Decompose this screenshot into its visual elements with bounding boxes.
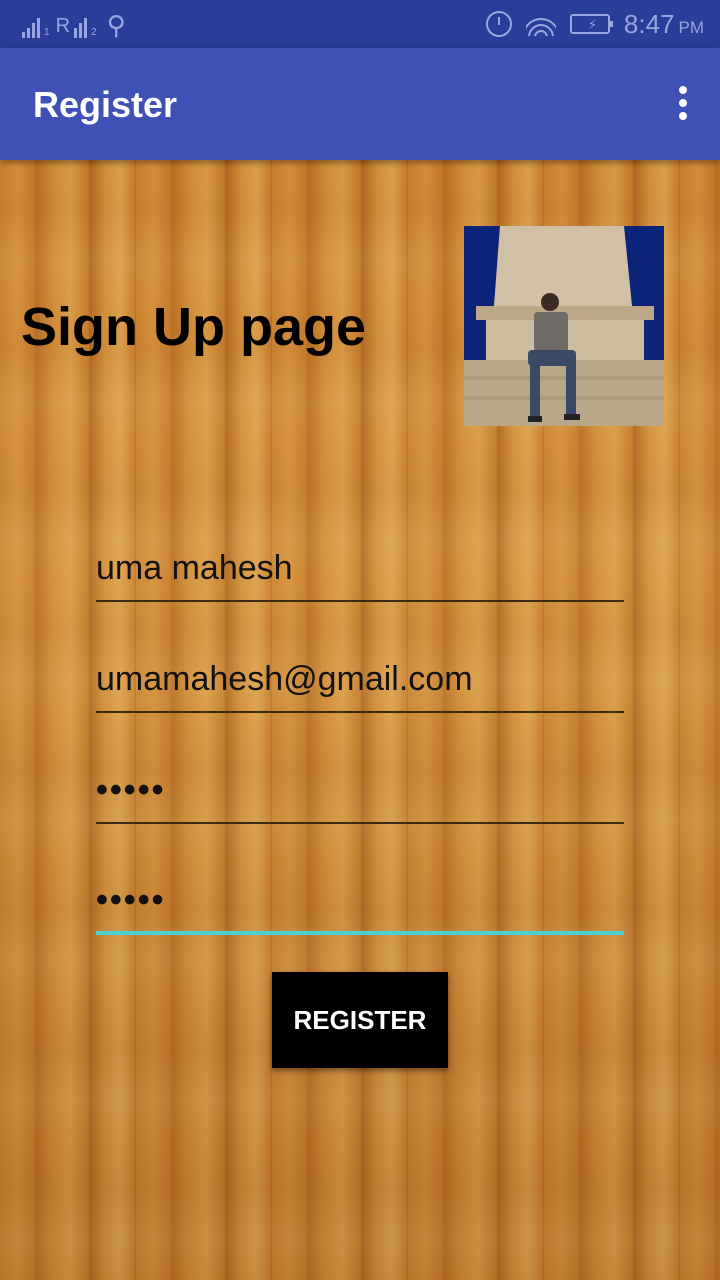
usb-icon: ⚲	[106, 10, 126, 40]
page-title: Sign Up page	[21, 297, 367, 357]
status-right-icons: ⚡ 8:47 PM	[485, 6, 704, 42]
signal-roaming-icon: R 2	[56, 14, 97, 38]
register-button[interactable]: REGISTER	[272, 972, 448, 1068]
password-input[interactable]	[96, 768, 624, 824]
name-input[interactable]	[96, 546, 624, 602]
sim2-label: 2	[91, 27, 97, 38]
status-left-icons: 1 R 2 ⚲	[22, 10, 126, 38]
confirm-password-input[interactable]	[96, 879, 624, 935]
profile-photo[interactable]	[464, 226, 664, 426]
battery-charging-icon: ⚡	[569, 14, 613, 34]
clock-time: 8:47	[623, 8, 675, 39]
wifi-icon	[525, 12, 556, 36]
sim1-label: 1	[44, 27, 50, 38]
signal-icon: 1	[22, 14, 50, 38]
status-bar: 1 R 2 ⚲ ⚡ 8:47 PM	[0, 0, 720, 48]
roaming-label: R	[55, 15, 71, 37]
clock: 8:47 PM	[624, 9, 704, 40]
alarm-icon	[485, 11, 512, 37]
email-input[interactable]	[96, 657, 624, 713]
signup-content: Sign Up page REGISTER	[0, 160, 720, 1280]
app-title: Register	[33, 84, 178, 125]
charging-bolt: ⚡	[587, 17, 598, 32]
more-vert-icon[interactable]	[678, 86, 688, 122]
app-bar: Register	[0, 48, 720, 160]
clock-ampm: PM	[678, 17, 705, 37]
